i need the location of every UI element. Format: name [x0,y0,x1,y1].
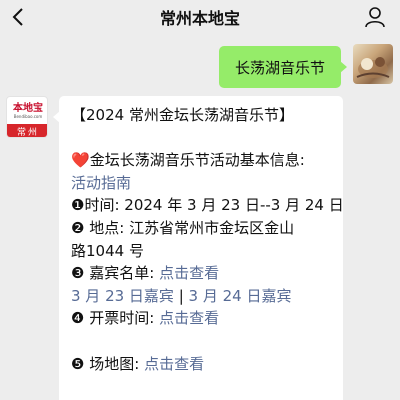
avatar-logo: 本地宝 Bendibao.com [7,97,47,124]
avatar-city-label: 常州 [7,124,47,137]
person-icon [365,7,385,28]
guests-link[interactable]: 点击查看 [159,264,219,282]
guide-line: 活动指南 [71,172,333,195]
chevron-left-icon [12,8,23,26]
page-title: 常州本地宝 [159,9,240,28]
location-line: ❷ 地点: 江苏省常州市金坛区金山 [71,217,333,240]
back-button[interactable] [4,0,32,34]
activity-guide-link[interactable]: 活动指南 [71,174,131,192]
bendibao-avatar[interactable]: 本地宝 Bendibao.com 常州 [6,96,48,138]
guest-days-line: 3 月 23 日嘉宾 | 3 月 24 日嘉宾 [71,285,333,308]
guest-separator: | [173,286,189,305]
map-line: ❺ 场地图: 点击查看 [71,353,333,376]
user-profile-button[interactable] [360,0,390,34]
avatar-logo-name: 本地宝 [13,102,43,114]
guest-day2-link[interactable]: 3 月 24 日嘉宾 [189,287,292,305]
heart-icon: ❤️ [71,151,90,170]
info-heading: 金坛长荡湖音乐节活动基本信息: [89,151,305,170]
info-heading-line: ❤️金坛长荡湖音乐节活动基本信息: [71,149,333,172]
guests-label: ❸ 嘉宾名单: [71,264,155,283]
ticket-label: ❹ 开票时间: [71,309,155,328]
avatar-image [356,57,390,78]
time-line: ❶时间: 2024 年 3 月 23 日--3 月 24 日 [71,194,344,217]
location-value-1: 江苏省常州市金坛区金山 [129,218,295,237]
map-label: ❺ 场地图: [71,354,140,373]
guest-day1-link[interactable]: 3 月 23 日嘉宾 [71,287,174,305]
top-bar: 常州本地宝 [0,0,400,34]
event-title: 【2024 常州金坛长荡湖音乐节】 [71,106,294,124]
outgoing-message-text: 长荡湖音乐节 [234,58,325,77]
avatar-logo-url: Bendibao.com [13,113,43,119]
guests-line: ❸ 嘉宾名单: 点击查看 [71,262,333,285]
location-line-2: 路1044 号 [71,241,144,260]
ticket-line: ❹ 开票时间: 点击查看 [71,307,333,330]
chat-area: 长荡湖音乐节 本地宝 Bendibao.com 常州 【2024 常州金坛长荡湖… [0,34,400,400]
ticket-link[interactable]: 点击查看 [159,309,219,327]
incoming-message-bubble: 【2024 常州金坛长荡湖音乐节】 ❤️金坛长荡湖音乐节活动基本信息: 活动指南… [53,96,344,400]
location-label: ❷ 地点: [71,218,125,237]
time-value: 2024 年 3 月 23 日--3 月 24 日 [124,196,344,215]
outgoing-message-bubble[interactable]: 长荡湖音乐节 [219,46,347,88]
map-link[interactable]: 点击查看 [144,355,204,373]
time-label: ❶时间: [71,196,120,215]
my-avatar[interactable] [353,44,393,84]
